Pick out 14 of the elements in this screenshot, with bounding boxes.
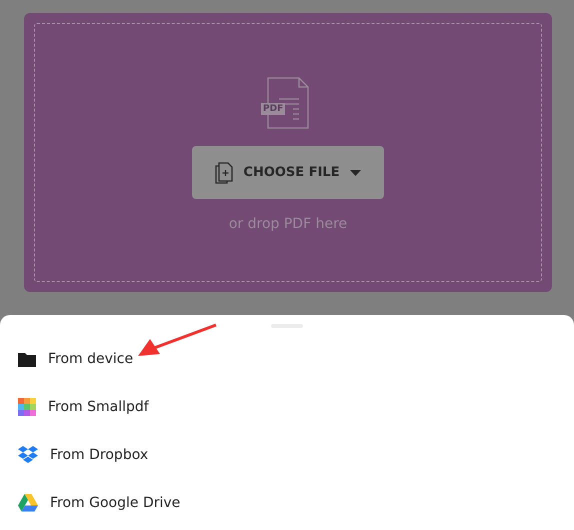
menu-item[interactable]: From Smallpdf: [0, 383, 574, 431]
menu-item[interactable]: From Dropbox: [0, 431, 574, 479]
drop-zone[interactable]: PDF CHOOSE FILE or drop PDF here: [34, 23, 542, 282]
choose-file-button[interactable]: CHOOSE FILE: [192, 146, 384, 199]
add-file-icon: [215, 162, 234, 184]
folder-icon: [18, 352, 36, 366]
drop-hint: or drop PDF here: [228, 216, 348, 232]
drive-icon: [18, 494, 38, 512]
grid-icon: [18, 398, 36, 416]
dropbox-icon: [18, 446, 38, 464]
caret-icon: [350, 170, 361, 176]
pdf-badge: PDF: [261, 103, 286, 115]
menu-item[interactable]: From device: [0, 335, 574, 383]
menu-item[interactable]: From Google Drive: [0, 479, 574, 527]
